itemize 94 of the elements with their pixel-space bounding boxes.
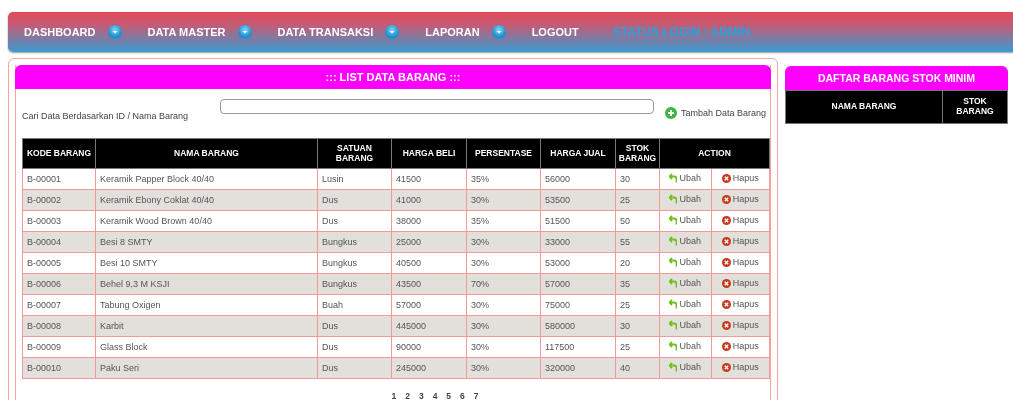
- column-header: NAMA BARANG: [95, 138, 318, 169]
- table-cell: 75000: [540, 294, 616, 316]
- undo-arrow-icon: [669, 299, 678, 309]
- column-header: HARGA JUAL: [540, 138, 616, 169]
- login-status: STATUS LOGIN : ADMIN: [612, 25, 750, 39]
- table-cell: B-00007: [22, 294, 96, 316]
- table-cell: 53000: [540, 252, 616, 274]
- table-cell: Lusin: [317, 168, 392, 190]
- nav-menu-item[interactable]: DATA MASTER: [147, 25, 252, 39]
- table-cell: Glass Block: [95, 336, 318, 358]
- table-cell: Karbit: [95, 315, 318, 337]
- table-cell: Dus: [317, 210, 392, 232]
- undo-arrow-icon: [669, 362, 678, 372]
- undo-arrow-icon: [669, 320, 678, 330]
- delete-icon: [721, 257, 731, 267]
- table-cell: 57000: [391, 294, 467, 316]
- column-header: NAMA BARANG: [785, 90, 943, 124]
- search-field[interactable]: [220, 98, 654, 114]
- undo-arrow-icon: [669, 215, 678, 225]
- table-cell: 30%: [466, 336, 541, 358]
- delete-icon: [721, 362, 731, 372]
- delete-icon: [721, 299, 731, 309]
- panel-title: ::: LIST DATA BARANG :::: [15, 65, 771, 89]
- delete-icon: [721, 320, 731, 330]
- column-header: ACTION: [659, 138, 770, 169]
- table-cell: 25: [615, 336, 660, 358]
- table-cell: 90000: [391, 336, 467, 358]
- delete-icon: [721, 278, 731, 288]
- table-cell: 30%: [466, 252, 541, 274]
- page-link[interactable]: 6: [460, 391, 465, 400]
- table-cell: 30: [615, 168, 660, 190]
- undo-arrow-icon: [669, 257, 678, 267]
- search-label: Cari Data Berdasarkan ID / Nama Barang: [22, 111, 190, 121]
- delete-icon: [721, 341, 731, 351]
- table-cell: Keramik Papper Block 40/40: [95, 168, 318, 190]
- nav-menu-item[interactable]: LAPORAN: [425, 25, 506, 39]
- table-cell: 50: [615, 210, 660, 232]
- page-link[interactable]: 4: [432, 391, 438, 400]
- table-cell: B-00004: [22, 231, 96, 253]
- column-header: KODE BARANG: [22, 138, 96, 169]
- undo-arrow-icon: [669, 278, 678, 288]
- page-link[interactable]: 7: [473, 391, 479, 400]
- table-cell: Bungkus: [317, 252, 392, 274]
- page-link[interactable]: 5: [446, 391, 452, 400]
- delete-icon: [721, 215, 731, 225]
- table-cell: 25: [615, 294, 660, 316]
- table-cell: Besi 8 SMTY: [95, 231, 318, 253]
- table-cell: Buah: [317, 294, 392, 316]
- table-cell: B-00009: [22, 336, 96, 358]
- table-cell: 41500: [391, 168, 467, 190]
- table-cell: Keramik Ebony Coklat 40/40: [95, 189, 318, 211]
- column-header: HARGA BELI: [391, 138, 467, 169]
- table-cell: Paku Seri: [95, 357, 318, 379]
- delete-icon: [721, 236, 731, 246]
- table-cell: B-00001: [22, 168, 96, 190]
- undo-arrow-icon: [669, 236, 678, 246]
- table-cell: 35%: [466, 210, 541, 232]
- table-cell: Besi 10 SMTY: [95, 252, 318, 274]
- table-cell: 40500: [391, 252, 467, 274]
- add-item-button[interactable]: Tambah Data Barang: [664, 107, 766, 119]
- undo-arrow-icon: [669, 341, 678, 351]
- table-cell: B-00005: [22, 252, 96, 274]
- table-cell: 30%: [466, 294, 541, 316]
- nav-menu-item[interactable]: DATA TRANSAKSI: [277, 25, 400, 39]
- table-cell: B-00008: [22, 315, 96, 337]
- table-cell: B-00002: [22, 189, 96, 211]
- table-cell: Behel 9,3 M KSJI: [95, 273, 318, 295]
- table-cell: Dus: [317, 336, 392, 358]
- undo-arrow-icon: [669, 194, 678, 204]
- column-header: SATUAN BARANG: [317, 138, 392, 169]
- page-link[interactable]: 1: [391, 391, 397, 400]
- plus-icon: [664, 107, 677, 119]
- table-cell: 117500: [540, 336, 616, 358]
- table-cell: Tabung Oxigen: [95, 294, 318, 316]
- nav-menu-item[interactable]: LOGOUT: [531, 26, 579, 38]
- column-header: STOK BARANG: [942, 90, 1008, 124]
- column-header: PERSENTASE: [466, 138, 541, 169]
- delete-icon: [721, 194, 731, 204]
- page-link[interactable]: 2: [405, 391, 410, 400]
- table-cell: B-00010: [22, 357, 96, 379]
- table-cell: 35%: [466, 168, 541, 190]
- delete-icon: [721, 173, 731, 183]
- nav-menu-item[interactable]: DASHBOARD: [24, 25, 122, 39]
- table-cell: 51500: [540, 210, 616, 232]
- table-cell: 56000: [540, 168, 616, 190]
- page-link[interactable]: 3: [418, 391, 424, 400]
- table-cell: 38000: [391, 210, 467, 232]
- table-cell: Keramik Wood Brown 40/40: [95, 210, 318, 232]
- table-cell: B-00003: [22, 210, 96, 232]
- column-header: STOK BARANG: [615, 138, 660, 169]
- table-cell: B-00006: [22, 273, 96, 295]
- table-cell: 20: [615, 252, 660, 274]
- panel-title: DAFTAR BARANG STOK MINIM: [785, 66, 1008, 90]
- undo-arrow-icon: [669, 173, 678, 183]
